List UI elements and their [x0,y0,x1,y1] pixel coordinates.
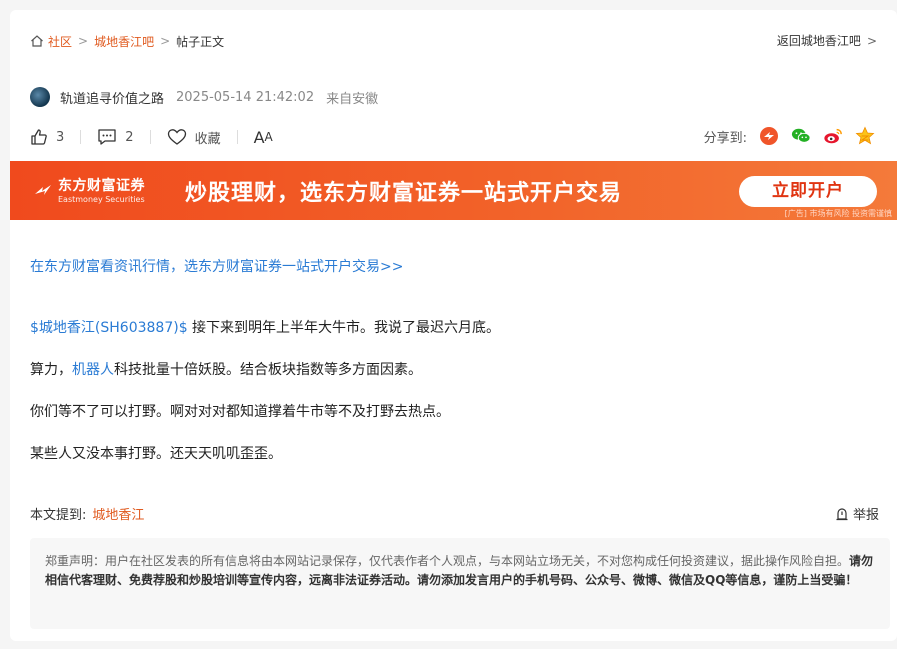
comment-icon [98,129,116,145]
thumbs-up-icon [31,129,47,145]
disclaimer-box: 郑重声明：用户在社区发表的所有信息将由本网站记录保存，仅代表作者个人观点，与本网… [30,538,890,629]
comment-button[interactable]: 2 [97,128,134,146]
comment-count: 2 [125,129,134,145]
share-label: 分享到: [703,130,747,146]
author-name[interactable]: 轨道追寻价值之路 [60,88,164,107]
post-paragraph: 某些人又没本事打野。还天天叽叽歪歪。 [30,446,282,462]
post-actions: 3 2 收藏 AA [30,126,273,148]
chevron-right-icon: > [866,33,877,48]
weibo-share-icon[interactable] [823,126,843,146]
avatar[interactable] [30,87,50,107]
logo-en: Eastmoney Securities [58,195,145,204]
font-size-toggle[interactable]: AA [254,128,273,147]
font-size-large: A [253,127,265,147]
back-label: 返回城地香江吧 [776,34,861,48]
qzone-share-icon[interactable] [855,126,875,146]
post-paragraph: $城地香江(SH603887)$ 接下来到明年上半年大牛市。我说了最迟六月底。 [30,317,500,337]
paragraph-text: 科技批量十倍妖股。结合板块指数等多方面因素。 [114,362,422,378]
heart-icon [167,129,186,145]
eastmoney-logo-icon [35,184,51,195]
divider [80,130,82,144]
chevron-right-icon: > [160,34,171,48]
keyword-link[interactable]: 机器人 [72,362,114,378]
ad-notice: [广告] 市场有风险 投资需谨慎 [784,209,892,218]
post-card: 社区 > 城地香江吧 > 帖子正文 返回城地香江吧 > 轨道追寻价值之路 202… [10,10,897,641]
report-label: 举报 [852,508,879,523]
eastmoney-logo: 东方财富证券 Eastmoney Securities [34,175,145,204]
divider [149,130,151,144]
author-row: 轨道追寻价值之路 2025-05-14 21:42:02 来自安徽 [30,86,390,108]
logo-cn: 东方财富证券 [58,178,145,194]
disclaimer-text: 郑重声明：用户在社区发表的所有信息将由本网站记录保存，仅代表作者个人观点，与本网… [45,554,850,568]
back-to-forum-link[interactable]: 返回城地香江吧 > [777,32,877,49]
paragraph-text: 算力， [30,362,72,378]
share-bar: 分享到: [704,126,875,146]
banner-slogan: 炒股理财，选东方财富证券一站式开户交易 [185,181,623,206]
like-button[interactable]: 3 [30,128,64,146]
post-paragraph: 算力，机器人科技批量十倍妖股。结合板块指数等多方面因素。 [30,359,422,379]
breadcrumb-home[interactable]: 社区 [48,33,72,50]
report-icon [836,507,848,520]
like-count: 3 [56,129,65,145]
paragraph-text: 接下来到明年上半年大牛市。我说了最迟六月底。 [187,320,501,336]
home-icon [31,35,43,47]
post-location: 来自安徽 [326,91,379,107]
eastmoney-share-icon[interactable] [759,126,779,146]
open-account-button[interactable]: 立即开户 [739,176,877,207]
ad-banner[interactable]: 东方财富证券 Eastmoney Securities 炒股理财，选东方财富证券… [10,161,897,220]
font-size-small: A [264,130,273,144]
post-paragraph: 你们等不了可以打野。啊对对对都知道撑着牛市等不及打野去热点。 [30,404,450,420]
breadcrumb: 社区 > 城地香江吧 > 帖子正文 [30,32,224,50]
stock-link[interactable]: $城地香江(SH603887)$ [30,320,188,336]
breadcrumb-forum[interactable]: 城地香江吧 [94,33,154,50]
mention-label: 本文提到: [30,508,87,523]
breadcrumb-current: 帖子正文 [176,34,225,49]
favorite-label: 收藏 [194,131,221,147]
mentioned-stocks: 本文提到: 城地香江 [30,504,144,523]
favorite-button[interactable]: 收藏 [167,128,221,147]
mention-stock-link[interactable]: 城地香江 [92,508,144,523]
chevron-right-icon: > [78,34,89,48]
wechat-share-icon[interactable] [791,126,811,146]
promo-link[interactable]: 在东方财富看资讯行情，选东方财富证券一站式开户交易>> [30,256,403,276]
divider [236,130,238,144]
report-button[interactable]: 举报 [835,504,879,523]
post-time: 2025-05-14 21:42:02 [176,89,315,105]
